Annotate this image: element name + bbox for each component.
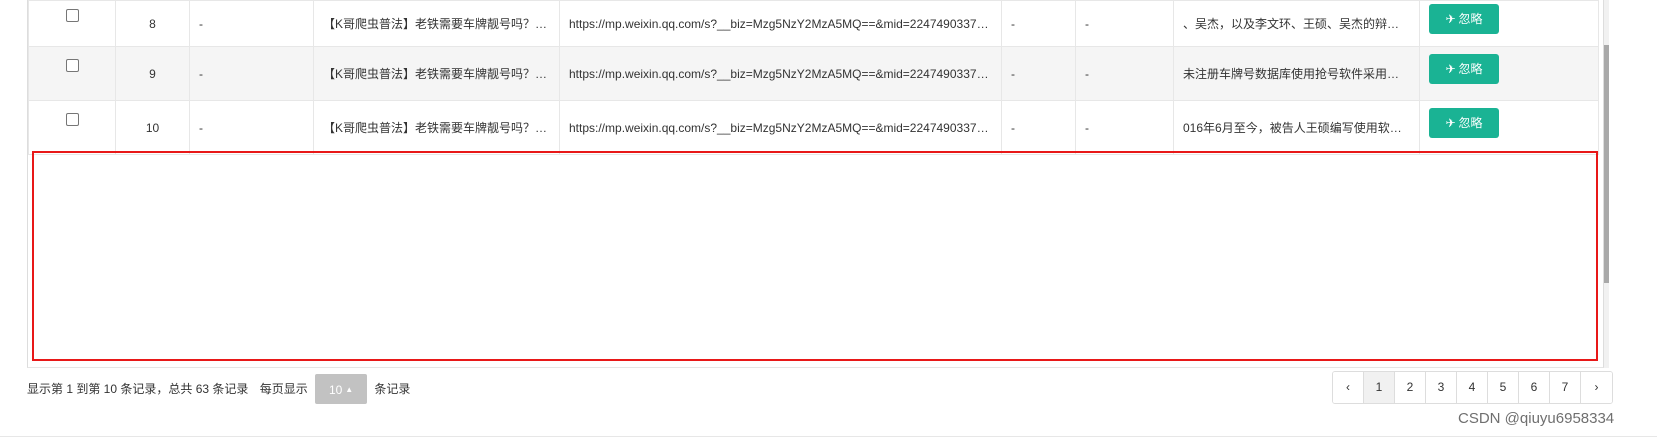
page-7-button[interactable]: 7 <box>1550 372 1581 403</box>
row-action-cell: ✈ 忽略 <box>1419 100 1599 155</box>
row-url: https://mp.weixin.qq.com/s?__biz=Mzg5NzY… <box>559 0 1002 47</box>
ignore-button[interactable]: ✈ 忽略 <box>1429 53 1499 84</box>
table-row: 10 - 【K哥爬虫普法】老铁需要车牌靓号吗？判... https://mp.w… <box>28 100 1599 155</box>
page-3-button[interactable]: 3 <box>1426 372 1457 403</box>
page-2-button[interactable]: 2 <box>1395 372 1426 403</box>
row-cell: - <box>189 0 314 47</box>
pin-icon: ✈ <box>1445 11 1456 26</box>
pin-icon: ✈ <box>1445 61 1456 76</box>
table-row: 9 - 【K哥爬虫普法】老铁需要车牌靓号吗？判... https://mp.we… <box>28 46 1599 101</box>
pagination: ‹ 1 2 3 4 5 6 7 › <box>1332 371 1613 404</box>
ignore-button[interactable]: ✈ 忽略 <box>1429 107 1499 138</box>
row-summary: 未注册车牌号数据库使用抢号软件采用多线... <box>1173 46 1420 101</box>
per-page-suffix: 条记录 <box>374 381 411 396</box>
row-title: 【K哥爬虫普法】老铁需要车牌靓号吗？判... <box>313 100 560 155</box>
page-1-button[interactable]: 1 <box>1364 372 1395 403</box>
ignore-label: 忽略 <box>1458 11 1483 26</box>
watermark: CSDN @qiuyu6958334 <box>1458 410 1615 427</box>
ignore-button[interactable]: ✈ 忽略 <box>1429 3 1499 34</box>
row-checkbox[interactable] <box>65 112 79 126</box>
ignore-label: 忽略 <box>1458 61 1483 76</box>
row-checkbox-cell <box>28 0 116 47</box>
row-number: 8 <box>115 0 190 47</box>
next-page-button[interactable]: › <box>1581 372 1612 403</box>
page-size-value: 10 <box>328 382 343 397</box>
page-size-dropdown[interactable]: 10 ▲ <box>315 373 368 404</box>
page-4-button[interactable]: 4 <box>1457 372 1488 403</box>
pagination-info: 显示第 1 到第 10 条记录，总共 63 条记录 每页显示 10 ▲ 条记录 <box>27 373 411 404</box>
ignore-label: 忽略 <box>1458 115 1483 130</box>
scrollbar-thumb[interactable] <box>1604 45 1609 283</box>
row-cell: - <box>189 100 314 155</box>
row-url: https://mp.weixin.qq.com/s?__biz=Mzg5NzY… <box>559 100 1002 155</box>
row-summary: 016年6月至今，被告人王硕编写使用软件登... <box>1173 100 1420 155</box>
row-action-cell: ✈ 忽略 <box>1419 0 1599 47</box>
page-5-button[interactable]: 5 <box>1488 372 1519 403</box>
row-summary: 、吴杰，以及李文环、王硕、吴杰的辩护人... <box>1173 0 1420 47</box>
row-checkbox[interactable] <box>65 58 79 72</box>
row-cell: - <box>1075 46 1174 101</box>
row-action-cell: ✈ 忽略 <box>1419 46 1599 101</box>
row-cell: - <box>1001 46 1076 101</box>
row-cell: - <box>189 46 314 101</box>
pin-icon: ✈ <box>1445 115 1456 130</box>
highlight-box <box>32 151 1598 361</box>
vertical-scrollbar[interactable] <box>1604 0 1609 368</box>
row-cell: - <box>1075 100 1174 155</box>
row-cell: - <box>1075 0 1174 47</box>
footer-divider <box>0 436 1657 437</box>
prev-page-button[interactable]: ‹ <box>1333 372 1364 403</box>
row-checkbox-cell <box>28 100 116 155</box>
row-url: https://mp.weixin.qq.com/s?__biz=Mzg5NzY… <box>559 46 1002 101</box>
row-checkbox-cell <box>28 46 116 101</box>
row-cell: - <box>1001 100 1076 155</box>
row-number: 10 <box>115 100 190 155</box>
per-page-prefix: 每页显示 <box>259 381 308 396</box>
row-title: 【K哥爬虫普法】老铁需要车牌靓号吗？判... <box>313 0 560 47</box>
table-row: 8 - 【K哥爬虫普法】老铁需要车牌靓号吗？判... https://mp.we… <box>28 0 1599 47</box>
row-cell: - <box>1001 0 1076 47</box>
data-table: 8 - 【K哥爬虫普法】老铁需要车牌靓号吗？判... https://mp.we… <box>28 0 1599 155</box>
row-checkbox[interactable] <box>65 8 79 22</box>
caret-up-icon: ▲ <box>345 384 354 394</box>
row-number: 9 <box>115 46 190 101</box>
page-6-button[interactable]: 6 <box>1519 372 1550 403</box>
row-title: 【K哥爬虫普法】老铁需要车牌靓号吗？判... <box>313 46 560 101</box>
records-summary: 显示第 1 到第 10 条记录，总共 63 条记录 <box>27 381 249 396</box>
